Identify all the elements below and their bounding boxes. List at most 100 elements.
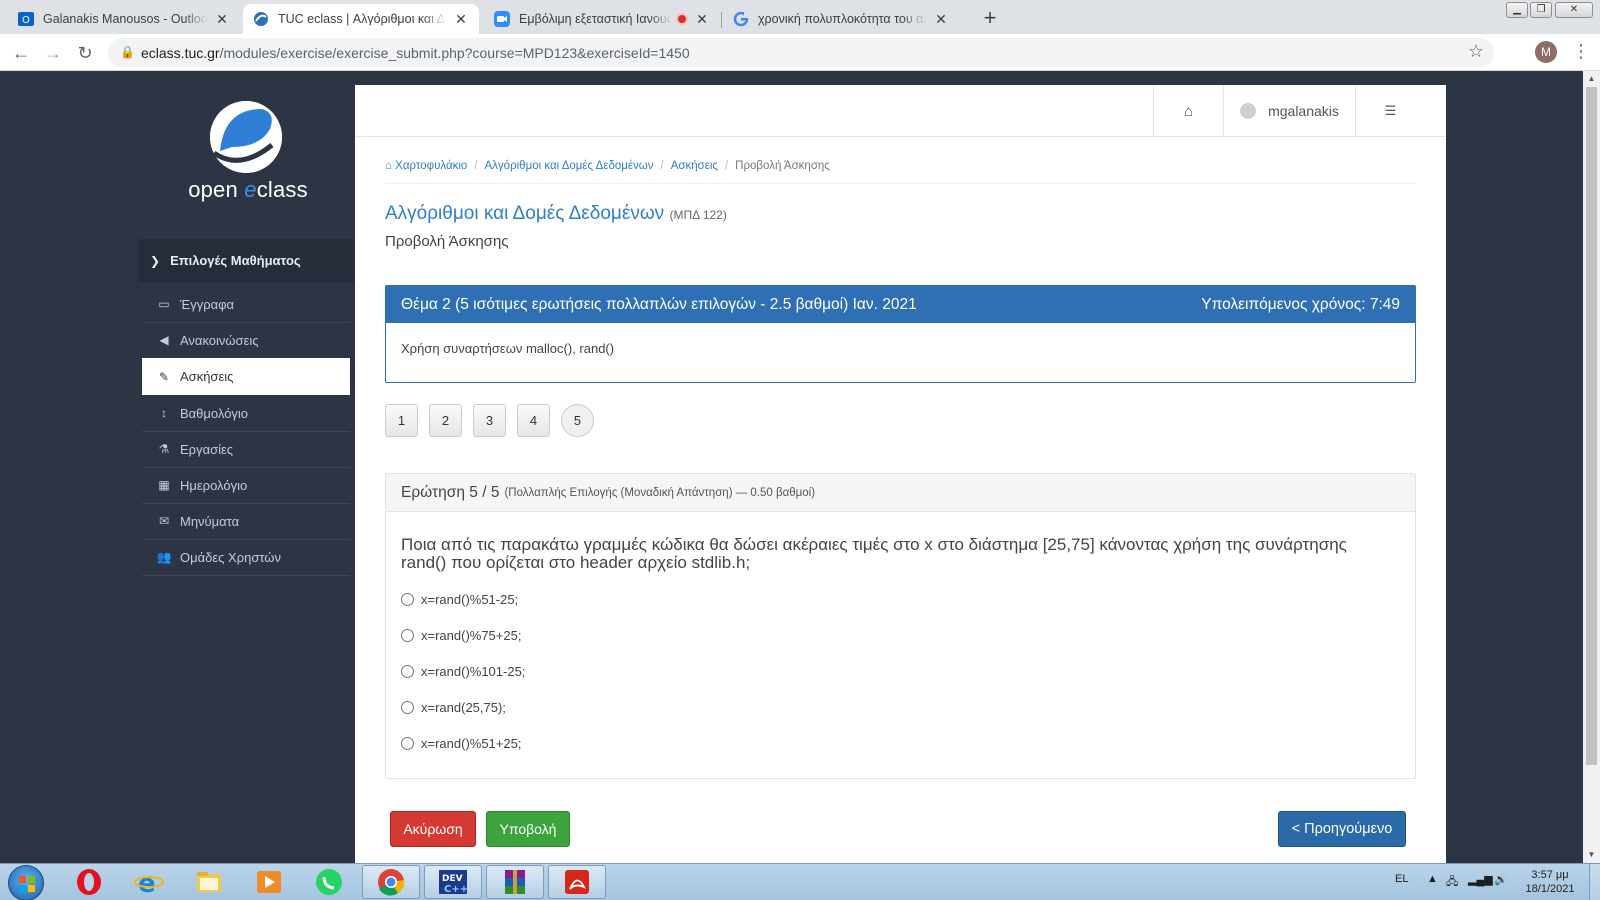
reload-icon[interactable]: ↻ [72, 40, 98, 66]
close-icon[interactable]: ✕ [214, 11, 230, 28]
whatsapp-icon[interactable] [300, 865, 358, 899]
home-icon: ⌂ [1183, 102, 1194, 120]
top-bar: ⌂ mgalanakis ☰ [355, 85, 1446, 137]
answer-option[interactable]: x=rand()%51+25; [401, 736, 521, 751]
lock-icon: 🔒 [120, 45, 135, 59]
tray-expand-icon[interactable]: ▲ [1427, 873, 1438, 885]
close-icon[interactable]: ✕ [933, 11, 949, 28]
ie-icon[interactable]: e [120, 865, 178, 899]
radio-button[interactable] [401, 665, 414, 678]
question-nav-button[interactable]: 4 [517, 404, 550, 437]
menu-kebab-icon[interactable]: ⋮ [1572, 41, 1590, 62]
question-meta: (Πολλαπλής Επιλογής (Μοναδική Απάντηση) … [504, 486, 816, 499]
zoom-icon [494, 11, 510, 27]
submit-button[interactable]: Υποβολή [486, 811, 570, 847]
answer-option[interactable]: x=rand(25,75); [401, 700, 506, 715]
clock-time: 3:57 μμ [1531, 869, 1569, 881]
minimize-button[interactable]: ▁ [1506, 2, 1528, 18]
close-icon[interactable]: ✕ [453, 11, 469, 28]
page-scrollbar[interactable]: ▲ ▼ [1583, 71, 1600, 863]
cancel-button[interactable]: Ακύρωση [390, 811, 476, 847]
answer-option[interactable]: x=rand()%51-25; [401, 592, 518, 607]
acrobat-icon[interactable] [548, 865, 606, 899]
exercise-header: Θέμα 2 (5 ισότιμες ερωτήσεις πολλαπλών ε… [386, 286, 1415, 323]
sidebar-item[interactable]: ◀ Ανακοινώσεις [142, 322, 350, 359]
bookmark-star-icon[interactable]: ☆ [1468, 41, 1484, 62]
logo-word-class: class [256, 177, 308, 202]
question-nav-button[interactable]: 3 [473, 404, 506, 437]
opera-icon[interactable] [60, 865, 118, 899]
back-icon[interactable]: ← [8, 40, 34, 66]
sidebar-item[interactable]: ↕ Βαθμολόγιο [142, 395, 350, 432]
volume-icon[interactable]: 🔊 [1494, 873, 1508, 886]
logo-word-e: e [244, 177, 257, 202]
scroll-down-icon[interactable]: ▼ [1583, 847, 1600, 863]
radio-button[interactable] [401, 737, 414, 750]
restore-button[interactable]: ❐ [1530, 2, 1552, 18]
sliders-icon: ☰ [1384, 103, 1397, 118]
sidebar-item[interactable]: ✎ Ασκήσεις [142, 358, 350, 395]
question-header: Ερώτηση 5 / 5 (Πολλαπλής Επιλογής (Μοναδ… [386, 474, 1415, 512]
answer-option[interactable]: x=rand()%101-25; [401, 664, 525, 679]
question-nav-button[interactable]: 2 [429, 404, 462, 437]
exercise-description: Χρήση συναρτήσεων malloc(), rand() [401, 341, 615, 356]
user-menu[interactable]: mgalanakis [1223, 85, 1355, 137]
radio-button[interactable] [401, 629, 414, 642]
tab-outlook[interactable]: O Galanakis Manousos - Outlook Web ✕ [8, 4, 240, 34]
scrollbar-thumb[interactable] [1586, 87, 1597, 765]
language-indicator[interactable]: EL [1395, 873, 1408, 885]
address-bar[interactable]: 🔒 eclass.tuc.gr/modules/exercise/exercis… [108, 38, 1494, 67]
breadcrumb-exercises[interactable]: Ασκήσεις [671, 160, 718, 172]
edit-icon: ✎ [158, 369, 170, 384]
forward-icon[interactable]: → [40, 40, 66, 66]
profile-avatar[interactable]: M [1535, 41, 1557, 63]
eclass-logo[interactable] [210, 101, 282, 173]
radio-button[interactable] [401, 701, 414, 714]
answer-option-label: x=rand(25,75); [421, 700, 506, 715]
flask-icon: ⚗ [158, 442, 170, 456]
settings-button[interactable]: ☰ [1355, 85, 1425, 137]
sidebar-item[interactable]: 👥 Ομάδες Χρηστών [142, 539, 350, 576]
breadcrumb-course[interactable]: Αλγόριθμοι και Δομές Δεδομένων [485, 160, 654, 172]
media-icon[interactable] [240, 865, 298, 899]
sidebar-item[interactable]: ▭ Έγγραφα [142, 286, 350, 323]
clock[interactable]: 3:57 μμ 18/1/2021 [1519, 868, 1581, 896]
tab-eclass[interactable]: TUC eclass | Αλγόριθμοι και Δομές ✕ [243, 4, 479, 34]
tab-zoom[interactable]: Εμβόλιμη εξεταστική Ιανουαρίου ✕ [484, 4, 720, 34]
close-icon[interactable]: ✕ [694, 11, 710, 28]
home-button[interactable]: ⌂ [1153, 85, 1223, 137]
tab-google[interactable]: χρονική πολυπλοκότητα του αλγόριθμου ✕ [723, 4, 959, 34]
signal-icon[interactable]: ▂▄▆ [1468, 873, 1493, 886]
scroll-up-icon[interactable]: ▲ [1583, 71, 1600, 87]
tab-title: TUC eclass | Αλγόριθμοι και Δομές [278, 12, 447, 26]
radio-button[interactable] [401, 593, 414, 606]
window-close-button[interactable]: ✕ [1555, 2, 1593, 18]
winrar-icon[interactable] [486, 865, 544, 899]
new-tab-button[interactable]: + [976, 5, 1004, 33]
browser-toolbar: ← → ↻ 🔒 eclass.tuc.gr/modules/exercise/e… [0, 34, 1600, 71]
sidebar-item-label: Βαθμολόγιο [180, 405, 249, 421]
chrome-icon[interactable] [362, 865, 420, 899]
home-icon: ⌂ [385, 160, 396, 172]
question-nav-button[interactable]: 1 [385, 404, 418, 437]
answer-option[interactable]: x=rand()%75+25; [401, 628, 521, 643]
devcpp-icon[interactable]: DEV C++ [424, 865, 482, 899]
start-button[interactable] [8, 865, 44, 900]
network-icon[interactable]: 🖧 [1446, 873, 1458, 892]
show-desktop-button[interactable] [1589, 864, 1600, 900]
sidebar-item[interactable]: ✉ Μηνύματα [142, 503, 350, 540]
previous-button[interactable]: < Προηγούμενο [1278, 811, 1406, 847]
explorer-icon[interactable] [180, 865, 238, 899]
page-viewport: open eclass ❯ Επιλογές Μαθήματος ▭ Έγγραφ… [0, 71, 1583, 863]
sidebar-item-label: Ομάδες Χρηστών [180, 549, 281, 565]
question-panel: Ερώτηση 5 / 5 (Πολλαπλής Επιλογής (Μοναδ… [385, 473, 1416, 779]
breadcrumb-portfolio[interactable]: Χαρτοφυλάκιο [395, 160, 467, 172]
course-menu-header[interactable]: ❯ Επιλογές Μαθήματος [138, 239, 354, 282]
eclass-icon [253, 11, 269, 27]
course-title-text[interactable]: Αλγόριθμοι και Δομές Δεδομένων [385, 203, 664, 224]
sidebar-item[interactable]: ⚗ Εργασίες [142, 431, 350, 468]
sort-icon: ↕ [161, 406, 167, 420]
course-code: (ΜΠΔ 122) [669, 208, 727, 222]
question-nav-button[interactable]: 5 [561, 404, 594, 437]
sidebar-item[interactable]: ▦ Ημερολόγιο [142, 467, 350, 504]
